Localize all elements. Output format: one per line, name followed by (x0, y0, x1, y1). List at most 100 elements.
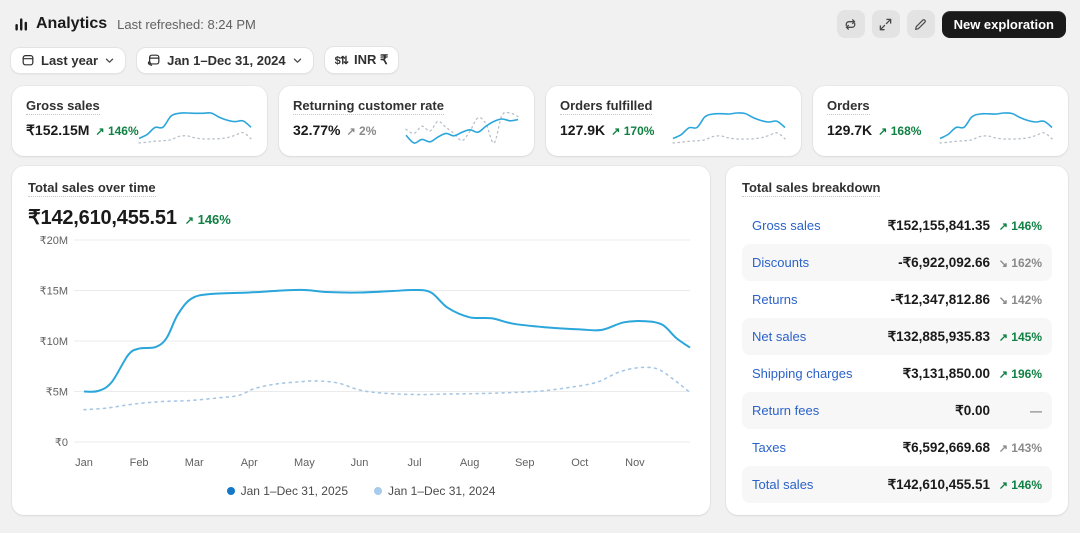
row-value: ₹152,155,841.35 (888, 218, 990, 234)
svg-text:Apr: Apr (241, 457, 258, 469)
kpi-sparkline (936, 109, 1056, 147)
refresh-button[interactable] (837, 10, 865, 38)
row-delta: — (990, 404, 1042, 418)
breakdown-title[interactable]: Total sales breakdown (742, 180, 880, 197)
table-row-discounts: Discounts -₹6,922,092.66 ↘ 162% (742, 244, 1052, 281)
kpi-value: 127.9K (560, 122, 605, 138)
main-content-row: Total sales over time ₹142,610,455.51 ↗ … (0, 162, 1080, 527)
table-row-gross-sales: Gross sales ₹152,155,841.35 ↗ 146% (742, 207, 1052, 244)
row-delta: ↘ 142% (990, 293, 1042, 307)
kpi-value: 129.7K (827, 122, 872, 138)
row-delta: ↗ 146% (990, 478, 1042, 492)
kpi-sparkline (669, 109, 789, 147)
chart-delta: ↗ 146% (185, 212, 231, 227)
page-header: Analytics Last refreshed: 8:24 PM New ex… (0, 0, 1080, 40)
svg-text:Oct: Oct (571, 457, 588, 469)
legend-dot-2024 (374, 487, 382, 495)
kpi-title[interactable]: Orders (827, 98, 870, 115)
kpi-card-orders-fulfilled: Orders fulfilled 127.9K ↗ 170% (546, 86, 801, 156)
kpi-sparkline (402, 109, 522, 147)
row-delta: ↗ 196% (990, 367, 1042, 381)
svg-text:₹5M: ₹5M (46, 387, 68, 399)
kpi-card-returning-customer-rate: Returning customer rate 32.77% ↗ 2% (279, 86, 534, 156)
legend-dot-2025 (227, 487, 235, 495)
legend-label: Jan 1–Dec 31, 2024 (388, 484, 495, 498)
currency-swap-icon: $⇅ (335, 54, 348, 67)
row-value: ₹6,592,669.68 (903, 440, 990, 456)
kpi-title[interactable]: Gross sales (26, 98, 100, 115)
kpi-delta: ↗ 146% (95, 124, 138, 138)
kpi-delta: ↗ 170% (611, 124, 654, 138)
table-row-total-sales: Total sales ₹142,610,455.51 ↗ 146% (742, 466, 1052, 503)
table-row-return-fees: Return fees ₹0.00 — (742, 392, 1052, 429)
svg-text:Jun: Jun (351, 457, 369, 469)
table-row-taxes: Taxes ₹6,592,669.68 ↗ 143% (742, 429, 1052, 466)
row-link[interactable]: Gross sales (752, 218, 821, 233)
chevron-down-icon (104, 55, 115, 66)
expand-button[interactable] (872, 10, 900, 38)
edit-pencil-button[interactable] (907, 10, 935, 38)
svg-text:₹20M: ₹20M (40, 235, 68, 247)
row-value: ₹142,610,455.51 (888, 477, 990, 493)
header-actions: New exploration (837, 10, 1066, 38)
svg-text:Jul: Jul (408, 457, 422, 469)
last-refreshed-text: Last refreshed: 8:24 PM (117, 17, 256, 32)
page-title: Analytics (36, 15, 107, 33)
chart-total-value: ₹142,610,455.51 (28, 205, 177, 230)
analytics-bar-chart-icon (14, 17, 29, 32)
kpi-value: 32.77% (293, 122, 340, 138)
row-value: ₹132,885,935.83 (888, 329, 990, 345)
date-range-label: Jan 1–Dec 31, 2024 (167, 53, 286, 68)
chevron-down-icon (292, 55, 303, 66)
currency-label: INR ₹ (354, 52, 388, 68)
chart-legend: Jan 1–Dec 31, 2025 Jan 1–Dec 31, 2024 (28, 484, 694, 498)
row-value: -₹6,922,092.66 (898, 255, 990, 271)
svg-text:May: May (294, 457, 315, 469)
row-delta: ↗ 145% (990, 330, 1042, 344)
svg-text:₹10M: ₹10M (40, 336, 68, 348)
svg-text:Aug: Aug (460, 457, 480, 469)
total-sales-breakdown-card: Total sales breakdown Gross sales ₹152,1… (726, 166, 1068, 515)
currency-selector-chip[interactable]: $⇅ INR ₹ (324, 46, 400, 74)
row-value: ₹3,131,850.00 (903, 366, 990, 382)
new-exploration-button[interactable]: New exploration (942, 11, 1066, 38)
svg-text:₹0: ₹0 (55, 437, 68, 449)
kpi-sparkline (135, 109, 255, 147)
row-link[interactable]: Returns (752, 292, 798, 307)
svg-text:₹15M: ₹15M (40, 286, 68, 298)
row-value: -₹12,347,812.86 (891, 292, 990, 308)
legend-label: Jan 1–Dec 31, 2025 (241, 484, 348, 498)
svg-text:Mar: Mar (185, 457, 204, 469)
row-delta: ↗ 146% (990, 219, 1042, 233)
legend-item-current-period[interactable]: Jan 1–Dec 31, 2025 (227, 484, 348, 498)
calendar-icon (21, 53, 35, 67)
date-range-compare-chip[interactable]: Jan 1–Dec 31, 2024 (136, 47, 314, 74)
period-filter-chip[interactable]: Last year (10, 47, 126, 74)
total-sales-line-chart[interactable]: ₹20M₹15M₹10M₹5M₹0JanFebMarAprMayJunJulAu… (28, 230, 694, 480)
row-link[interactable]: Shipping charges (752, 366, 852, 381)
period-filter-label: Last year (41, 53, 98, 68)
table-row-shipping-charges: Shipping charges ₹3,131,850.00 ↗ 196% (742, 355, 1052, 392)
breakdown-table: Gross sales ₹152,155,841.35 ↗ 146% Disco… (742, 207, 1052, 503)
svg-text:Sep: Sep (515, 457, 535, 469)
kpi-card-row: Gross sales ₹152.15M ↗ 146% Returning cu… (0, 84, 1080, 162)
kpi-delta: ↗ 2% (346, 124, 376, 138)
svg-text:Nov: Nov (625, 457, 645, 469)
table-row-net-sales: Net sales ₹132,885,935.83 ↗ 145% (742, 318, 1052, 355)
row-link[interactable]: Total sales (752, 477, 813, 492)
row-value: ₹0.00 (955, 403, 990, 419)
row-delta: ↘ 162% (990, 256, 1042, 270)
svg-text:Jan: Jan (75, 457, 93, 469)
legend-item-previous-period[interactable]: Jan 1–Dec 31, 2024 (374, 484, 495, 498)
row-link[interactable]: Taxes (752, 440, 786, 455)
kpi-title[interactable]: Orders fulfilled (560, 98, 652, 115)
kpi-delta: ↗ 168% (878, 124, 921, 138)
filter-bar: Last year Jan 1–Dec 31, 2024 $⇅ INR ₹ (0, 40, 1080, 84)
table-row-returns: Returns -₹12,347,812.86 ↘ 142% (742, 281, 1052, 318)
calendar-compare-icon (147, 53, 161, 67)
row-link[interactable]: Return fees (752, 403, 819, 418)
row-link[interactable]: Discounts (752, 255, 809, 270)
kpi-value: ₹152.15M (26, 122, 89, 139)
row-link[interactable]: Net sales (752, 329, 806, 344)
chart-title[interactable]: Total sales over time (28, 180, 156, 197)
